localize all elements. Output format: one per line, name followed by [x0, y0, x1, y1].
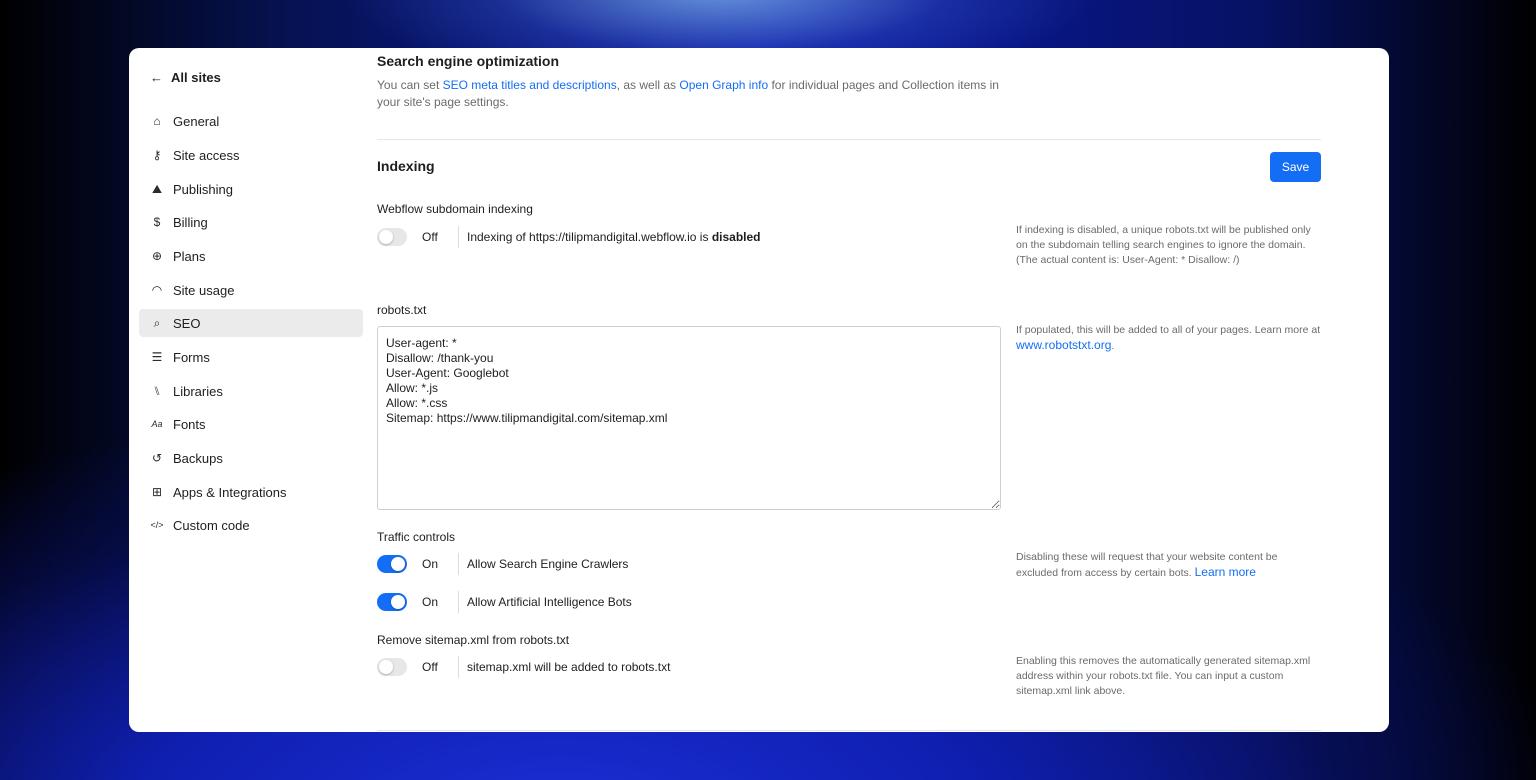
settings-card: ← All sites ⌂ General ⚷ Site access ⛰ Pu…: [129, 48, 1389, 732]
subdomain-indexing-label: Webflow subdomain indexing: [377, 202, 533, 216]
sidebar-item-label: Libraries: [173, 383, 223, 399]
ai-bots-text: Allow Artificial Intelligence Bots: [467, 595, 632, 609]
robots-help: If populated, this will be added to all …: [1016, 323, 1322, 354]
sidebar-item-label: Custom code: [173, 517, 250, 533]
sidebar-item-label: SEO: [173, 315, 201, 331]
sidebar-item-label: General: [173, 113, 220, 129]
sidebar-item-billing[interactable]: $ Billing: [139, 208, 363, 236]
open-graph-link[interactable]: Open Graph info: [679, 78, 768, 92]
seo-desc-text: You can set: [377, 78, 443, 92]
subdomain-indexing-toggle[interactable]: [377, 228, 407, 246]
seo-meta-link[interactable]: SEO meta titles and descriptions: [443, 78, 617, 92]
settings-sidebar: ← All sites ⌂ General ⚷ Site access ⛰ Pu…: [129, 48, 369, 732]
home-icon: ⌂: [153, 114, 161, 128]
seo-description: You can set SEO meta titles and descript…: [377, 77, 1007, 111]
sidebar-item-label: Plans: [173, 248, 206, 264]
all-sites-label: All sites: [171, 70, 221, 85]
sidebar-item-general[interactable]: ⌂ General: [139, 107, 363, 135]
subdomain-indexing-status: Indexing of https://tilipmandigital.webf…: [467, 230, 761, 244]
ai-bots-row: On Allow Artificial Intelligence Bots: [377, 591, 632, 613]
separator: [458, 226, 459, 248]
sidebar-item-fonts[interactable]: Aa Fonts: [139, 410, 363, 438]
libraries-icon: ⑊: [153, 384, 161, 398]
sidebar-item-label: Publishing: [173, 181, 233, 197]
crawlers-row: On Allow Search Engine Crawlers: [377, 553, 628, 575]
search-icon: ⌕: [153, 315, 161, 330]
sidebar-item-label: Site access: [173, 147, 240, 163]
sidebar-item-label: Site usage: [173, 282, 235, 298]
plans-icon: ⊕: [151, 249, 163, 263]
seo-desc-text: , as well as: [616, 78, 680, 92]
backup-icon: ↺: [151, 451, 163, 465]
toggle-knob: [391, 557, 405, 571]
toggle-state-text: On: [422, 595, 439, 609]
sitemap-label: Remove sitemap.xml from robots.txt: [377, 633, 570, 647]
toggle-knob: [379, 230, 393, 244]
section-divider: [377, 139, 1321, 140]
save-button[interactable]: Save: [1270, 152, 1321, 182]
indexing-title: Indexing: [377, 158, 435, 174]
sidebar-item-site-usage[interactable]: ◠ Site usage: [139, 276, 363, 304]
seo-section-title: Search engine optimization: [377, 53, 560, 69]
sitemap-toggle[interactable]: [377, 658, 407, 676]
sidebar-item-forms[interactable]: ☰ Forms: [139, 343, 363, 371]
toggle-state-text: On: [422, 557, 439, 571]
toggle-knob: [379, 660, 393, 674]
robotstxt-link[interactable]: www.robotstxt.org: [1016, 338, 1111, 352]
sidebar-item-apps-integrations[interactable]: ⊞ Apps & Integrations: [139, 478, 363, 506]
robots-textarea[interactable]: User-agent: * Disallow: /thank-you User-…: [377, 326, 1001, 510]
key-icon: ⚷: [152, 148, 162, 162]
status-text: Indexing of https://tilipmandigital.webf…: [467, 230, 712, 244]
sidebar-item-publishing[interactable]: ⛰ Publishing: [139, 175, 363, 203]
crawlers-toggle[interactable]: [377, 555, 407, 573]
sidebar-item-backups[interactable]: ↺ Backups: [139, 444, 363, 472]
toggle-state-text: Off: [422, 660, 438, 674]
sidebar-item-seo[interactable]: ⌕ SEO: [139, 309, 363, 337]
sidebar-item-label: Billing: [173, 214, 208, 230]
sidebar-item-plans[interactable]: ⊕ Plans: [139, 242, 363, 270]
subdomain-indexing-help: If indexing is disabled, a unique robots…: [1016, 224, 1311, 266]
subdomain-indexing-row: Off Indexing of https://tilipmandigital.…: [377, 226, 761, 248]
robots-label: robots.txt: [377, 303, 427, 317]
toggle-knob: [391, 595, 405, 609]
apps-icon: ⊞: [151, 485, 163, 499]
ai-bots-toggle[interactable]: [377, 593, 407, 611]
status-disabled: disabled: [711, 230, 761, 244]
sidebar-item-libraries[interactable]: ⑊ Libraries: [139, 377, 363, 405]
separator: [458, 553, 459, 575]
help-text: .: [1111, 340, 1115, 352]
crawlers-text: Allow Search Engine Crawlers: [467, 557, 629, 571]
sidebar-item-label: Apps & Integrations: [173, 484, 287, 500]
section-divider: [377, 730, 1321, 731]
sidebar-item-site-access[interactable]: ⚷ Site access: [139, 141, 363, 169]
forms-icon: ☰: [151, 350, 163, 364]
fonts-icon: Aa: [151, 419, 163, 429]
sitemap-text: sitemap.xml will be added to robots.txt: [467, 660, 671, 674]
sidebar-item-custom-code[interactable]: </> Custom code: [139, 511, 363, 539]
arrow-left-icon: ←: [150, 70, 163, 85]
traffic-help: Disabling these will request that your w…: [1016, 550, 1322, 581]
separator: [458, 591, 459, 613]
sitemap-help: Enabling this removes the automatically …: [1016, 655, 1311, 697]
sitemap-row: Off sitemap.xml will be added to robots.…: [377, 656, 670, 678]
sidebar-item-label: Fonts: [173, 416, 206, 432]
separator: [458, 656, 459, 678]
sidebar-item-label: Forms: [173, 349, 210, 365]
sidebar-item-label: Backups: [173, 450, 223, 466]
publishing-icon: ⛰: [151, 181, 163, 196]
help-text: If populated, this will be added to all …: [1016, 324, 1321, 336]
learn-more-link[interactable]: Learn more: [1195, 565, 1256, 579]
traffic-controls-label: Traffic controls: [377, 530, 456, 544]
all-sites-link[interactable]: ← All sites: [150, 70, 221, 85]
toggle-state-text: Off: [422, 230, 438, 244]
dollar-icon: $: [153, 215, 161, 229]
gauge-icon: ◠: [151, 283, 163, 297]
code-icon: </>: [150, 520, 164, 530]
seo-settings-main: Search engine optimization You can set S…: [377, 48, 1321, 732]
